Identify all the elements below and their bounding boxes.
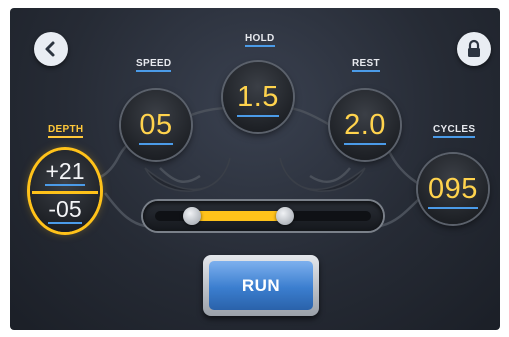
slider-high-handle[interactable] xyxy=(275,207,294,225)
hold-value: 1.5 xyxy=(237,80,279,117)
chevron-left-icon xyxy=(45,41,55,57)
run-button-label: RUN xyxy=(241,275,281,295)
run-button[interactable]: RUN xyxy=(203,255,319,316)
screen: HOLD 1.5 SPEED 05 REST 2.0 CYCLES 095 DE… xyxy=(10,8,500,330)
slider-fill xyxy=(191,211,285,221)
speed-value: 05 xyxy=(139,108,173,145)
cycles-label: CYCLES xyxy=(433,124,476,138)
depth-upper-text: +21 xyxy=(45,158,85,186)
depth-label: DEPTH xyxy=(48,124,84,138)
cycles-value: 095 xyxy=(428,172,478,209)
lock-icon xyxy=(468,39,480,57)
run-button-face: RUN xyxy=(209,261,313,310)
depth-range-slider[interactable] xyxy=(143,201,383,231)
slider-low-handle[interactable] xyxy=(182,207,201,225)
rest-label: REST xyxy=(352,58,380,72)
depth-lower-text: -05 xyxy=(48,196,82,224)
hold-label: HOLD xyxy=(245,33,275,47)
cycles-dial[interactable]: 095 xyxy=(418,154,488,224)
lock-button[interactable] xyxy=(457,32,491,66)
speed-dial[interactable]: 05 xyxy=(121,90,191,160)
depth-lower-value[interactable]: -05 xyxy=(30,196,100,226)
depth-dial[interactable]: +21 -05 xyxy=(30,150,100,232)
rest-value: 2.0 xyxy=(344,108,386,145)
depth-divider xyxy=(32,191,98,194)
back-button[interactable] xyxy=(34,32,68,66)
hold-dial[interactable]: 1.5 xyxy=(223,62,293,132)
depth-upper-value[interactable]: +21 xyxy=(30,158,100,188)
speed-label: SPEED xyxy=(136,58,172,72)
rest-dial[interactable]: 2.0 xyxy=(330,90,400,160)
